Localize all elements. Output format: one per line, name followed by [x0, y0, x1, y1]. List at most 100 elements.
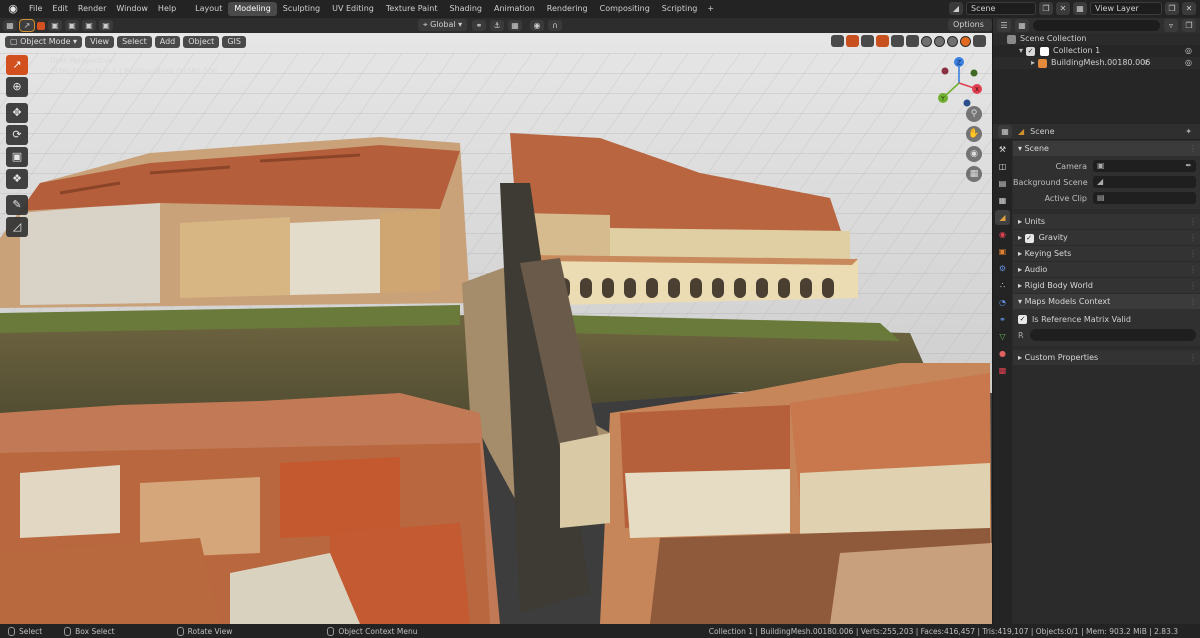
- gravity-checkbox[interactable]: ✓: [1024, 234, 1034, 243]
- pin-icon[interactable]: ✦: [1185, 127, 1192, 136]
- panel-scene-header[interactable]: ▾ Scene ⋮: [1013, 141, 1200, 156]
- tab-shading[interactable]: Shading: [443, 2, 488, 16]
- navigation-gizmo[interactable]: Z X Y: [934, 55, 984, 109]
- editor-type-icon[interactable]: ▦: [3, 20, 17, 31]
- outliner-row-scene-collection[interactable]: Scene Collection: [993, 33, 1200, 45]
- menu-render[interactable]: Render: [73, 0, 111, 18]
- mesh-data-icon[interactable]: ▿: [1143, 57, 1148, 69]
- cursor-tool-icon[interactable]: ⊕: [6, 77, 28, 97]
- select-mode-invert-icon[interactable]: ▣: [82, 20, 96, 31]
- delete-view-layer-icon[interactable]: ✕: [1182, 2, 1196, 15]
- expand-arrow-icon[interactable]: ▾: [1019, 45, 1023, 57]
- menu-select[interactable]: Select: [117, 35, 152, 48]
- rotate-tool-icon[interactable]: ⟳: [6, 125, 28, 145]
- select-box-tool-icon[interactable]: ↗: [6, 55, 28, 75]
- eyedropper-icon[interactable]: ✒: [1185, 160, 1192, 172]
- constraints-tab-icon[interactable]: ⚭: [995, 312, 1010, 327]
- menu-file[interactable]: File: [24, 0, 47, 18]
- menu-view[interactable]: View: [85, 35, 115, 48]
- select-mode-new-icon[interactable]: [37, 21, 45, 30]
- display-mode-icon[interactable]: ▦: [1015, 19, 1029, 32]
- select-mode-subtract-icon[interactable]: ▣: [65, 20, 79, 31]
- scene-icon[interactable]: ◢: [949, 2, 963, 15]
- texture-tab-icon[interactable]: ▩: [995, 363, 1010, 378]
- tab-sculpting[interactable]: Sculpting: [277, 2, 326, 16]
- zoom-icon[interactable]: ⚲: [966, 106, 982, 122]
- options-dropdown[interactable]: Options ▾: [948, 19, 992, 41]
- snap-icon[interactable]: ⚓: [490, 20, 504, 31]
- drag-handle-icon[interactable]: ⋮: [1189, 262, 1197, 277]
- background-scene-field[interactable]: ◢: [1093, 176, 1196, 188]
- camera-view-icon[interactable]: ◉: [966, 146, 982, 162]
- menu-help[interactable]: Help: [153, 0, 181, 18]
- menu-add[interactable]: Add: [154, 35, 181, 48]
- add-workspace-button[interactable]: +: [703, 2, 718, 16]
- new-scene-icon[interactable]: ❐: [1039, 2, 1053, 15]
- rendered-shading-icon[interactable]: [960, 35, 971, 47]
- data-tab-icon[interactable]: ▽: [995, 329, 1010, 344]
- outliner-row-collection-1[interactable]: ▾ ✓ Collection 1 ◎: [993, 45, 1200, 57]
- drag-handle-icon[interactable]: ⋮: [1189, 350, 1197, 365]
- view-layer-field[interactable]: View Layer: [1090, 2, 1162, 15]
- proportional-edit-icon[interactable]: ◉: [530, 20, 544, 31]
- output-tab-icon[interactable]: ▤: [995, 176, 1010, 191]
- transform-orientation-dropdown[interactable]: ⌖ Global ▾: [418, 19, 468, 31]
- new-view-layer-icon[interactable]: ❐: [1165, 2, 1179, 15]
- camera-field[interactable]: ▣ ✒: [1093, 160, 1196, 172]
- drag-handle-icon[interactable]: ⋮: [1189, 246, 1197, 261]
- r-field[interactable]: [1030, 329, 1196, 341]
- material-shading-icon[interactable]: [947, 35, 958, 47]
- render-tab-icon[interactable]: ◫: [995, 159, 1010, 174]
- menu-edit[interactable]: Edit: [47, 0, 73, 18]
- particles-tab-icon[interactable]: ∴: [995, 278, 1010, 293]
- wireframe-shading-icon[interactable]: [921, 35, 932, 47]
- delete-scene-icon[interactable]: ✕: [1056, 2, 1070, 15]
- panel-maps-models-context-header[interactable]: ▾ Maps Models Context ⋮: [1013, 294, 1200, 309]
- overlays-toggle-icon[interactable]: [876, 35, 889, 47]
- new-collection-icon[interactable]: ❐: [1182, 19, 1196, 32]
- world-tab-icon[interactable]: ◉: [995, 227, 1010, 242]
- tab-uv-editing[interactable]: UV Editing: [326, 2, 380, 16]
- material-tab-icon[interactable]: ●: [995, 346, 1010, 361]
- physics-tab-icon[interactable]: ◔: [995, 295, 1010, 310]
- view-object-types-icon[interactable]: [831, 35, 844, 47]
- object-tab-icon[interactable]: ▣: [995, 244, 1010, 259]
- falloff-icon[interactable]: ∩: [548, 20, 562, 31]
- view-layer-tab-icon[interactable]: ▦: [995, 193, 1010, 208]
- blender-logo-icon[interactable]: ◉: [6, 2, 20, 16]
- annotate-tool-icon[interactable]: ✎: [6, 195, 28, 215]
- modifier-tab-icon[interactable]: ⚙: [995, 261, 1010, 276]
- properties-editor-type-icon[interactable]: ▦: [998, 125, 1012, 138]
- scale-tool-icon[interactable]: ▣: [6, 147, 28, 167]
- active-clip-field[interactable]: ▤: [1093, 192, 1196, 204]
- drag-handle-icon[interactable]: ⋮: [1189, 230, 1197, 245]
- tab-layout[interactable]: Layout: [189, 2, 228, 16]
- pan-hand-icon[interactable]: ✋: [966, 126, 982, 142]
- scene-tab-icon[interactable]: ◢: [995, 210, 1010, 225]
- panel-keying-sets-header[interactable]: ▸ Keying Sets ⋮: [1013, 246, 1200, 261]
- gizmo-dropdown-icon[interactable]: [861, 35, 874, 47]
- measure-tool-icon[interactable]: ◿: [6, 217, 28, 237]
- tab-texture-paint[interactable]: Texture Paint: [380, 2, 444, 16]
- snap-target-icon[interactable]: ▦: [508, 20, 522, 31]
- object-mode-dropdown[interactable]: ▢ Object Mode ▾: [5, 35, 83, 48]
- scene-name-field[interactable]: Scene: [966, 2, 1036, 15]
- filter-icon[interactable]: ▿: [1164, 19, 1178, 32]
- panel-gravity-header[interactable]: ▸ ✓ Gravity ⋮: [1013, 230, 1200, 245]
- transform-tool-icon[interactable]: ❖: [6, 169, 28, 189]
- tab-scripting[interactable]: Scripting: [656, 2, 704, 16]
- tab-modeling[interactable]: Modeling: [228, 2, 277, 16]
- outliner-row-building-mesh[interactable]: ▸ BuildingMesh.00180.006 ▿ ◎: [993, 57, 1200, 69]
- visibility-eye-icon[interactable]: ◎: [1185, 57, 1192, 69]
- tab-rendering[interactable]: Rendering: [541, 2, 594, 16]
- gizmo-toggle-icon[interactable]: [846, 35, 859, 47]
- select-mode-intersect-icon[interactable]: ▣: [99, 20, 113, 31]
- drag-handle-icon[interactable]: ⋮: [1189, 141, 1197, 156]
- select-mode-extend-icon[interactable]: ▣: [48, 20, 62, 31]
- outliner-search-input[interactable]: [1033, 20, 1160, 31]
- shading-dropdown-icon[interactable]: [973, 35, 986, 47]
- overlays-dropdown-icon[interactable]: [891, 35, 904, 47]
- view-layer-icon[interactable]: ▦: [1073, 2, 1087, 15]
- tab-animation[interactable]: Animation: [488, 2, 541, 16]
- solid-shading-icon[interactable]: [934, 35, 945, 47]
